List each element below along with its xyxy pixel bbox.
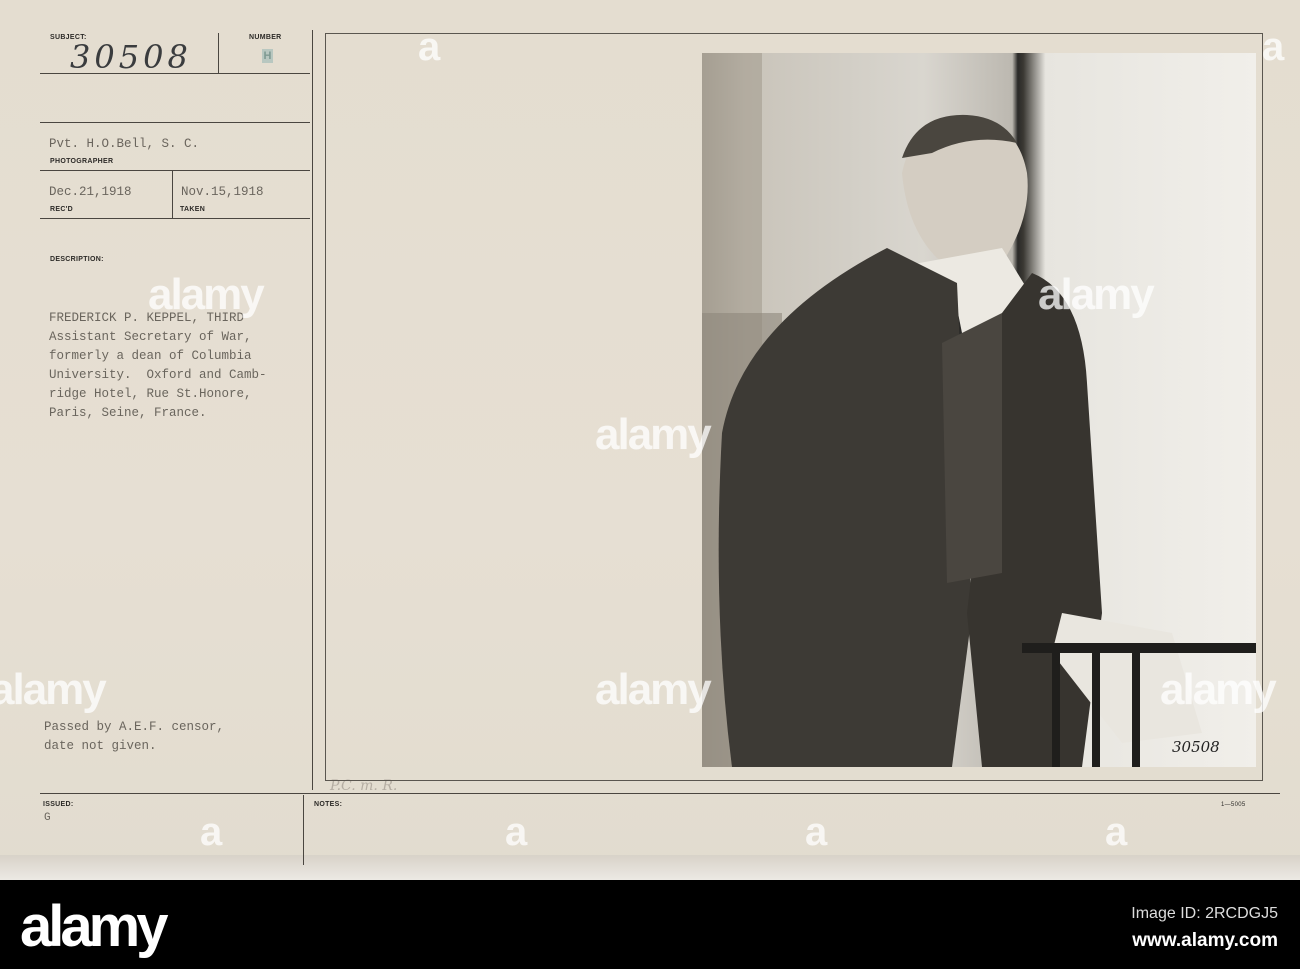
description-label: DESCRIPTION: bbox=[50, 256, 104, 263]
photographer-label: PHOTOGRAPHER bbox=[50, 158, 114, 165]
portrait-photograph: 30508 bbox=[702, 53, 1256, 767]
description-text: FREDERICK P. KEPPEL, THIRD Assistant Sec… bbox=[49, 309, 267, 423]
notes-label: NOTES: bbox=[314, 801, 343, 808]
watermark-letter: a bbox=[1262, 25, 1285, 69]
censor-line: Passed by A.E.F. censor, bbox=[44, 720, 225, 734]
description-line: ridge Hotel, Rue St.Honore, bbox=[49, 387, 252, 401]
watermark-text: alamy bbox=[595, 410, 712, 459]
alamy-url[interactable]: www.alamy.com bbox=[1132, 930, 1278, 952]
watermark-text: alamy bbox=[148, 270, 265, 319]
man-portrait-illustration bbox=[702, 53, 1256, 767]
issued-value: G bbox=[44, 812, 51, 824]
description-line: University. Oxford and Camb- bbox=[49, 368, 267, 382]
divider bbox=[312, 30, 313, 790]
number-stamp: H bbox=[262, 49, 273, 63]
description-line: Paris, Seine, France. bbox=[49, 406, 207, 420]
subject-number: 30508 bbox=[70, 38, 192, 76]
received-label: REC'D bbox=[50, 206, 73, 213]
image-id: Image ID: 2RCDGJ5 bbox=[1131, 905, 1278, 922]
form-number: 1—5005 bbox=[1221, 802, 1246, 808]
photographer-value: Pvt. H.O.Bell, S. C. bbox=[49, 137, 200, 151]
watermark-letter: a bbox=[1105, 810, 1128, 854]
taken-date: Nov.15,1918 bbox=[181, 185, 264, 199]
taken-label: TAKEN bbox=[180, 206, 206, 213]
divider bbox=[40, 170, 310, 171]
watermark-text: alamy bbox=[1160, 665, 1277, 714]
watermark-text: alamy bbox=[1038, 270, 1155, 319]
watermark-letter: a bbox=[505, 810, 528, 854]
alamy-logo: alamy bbox=[20, 894, 168, 959]
divider bbox=[40, 793, 1280, 794]
number-label: NUMBER bbox=[249, 34, 282, 41]
censor-note: Passed by A.E.F. censor, date not given. bbox=[44, 718, 224, 756]
divider bbox=[172, 170, 173, 218]
issued-label: ISSUED: bbox=[43, 801, 74, 808]
description-line: Assistant Secretary of War, bbox=[49, 330, 252, 344]
photo-number: 30508 bbox=[1172, 738, 1220, 756]
watermark-text: alamy bbox=[0, 665, 107, 714]
watermark-letter: a bbox=[418, 25, 441, 69]
divider bbox=[218, 33, 219, 73]
description-line: formerly a dean of Columbia bbox=[49, 349, 252, 363]
card-shadow bbox=[0, 855, 1300, 880]
watermark-text: alamy bbox=[595, 665, 712, 714]
watermark-letter: a bbox=[805, 810, 828, 854]
watermark-letter: a bbox=[200, 810, 223, 854]
divider bbox=[40, 122, 310, 123]
received-date: Dec.21,1918 bbox=[49, 185, 132, 199]
censor-line: date not given. bbox=[44, 739, 157, 753]
archival-record-card: SUBJECT: 30508 NUMBER H Pvt. H.O.Bell, S… bbox=[0, 0, 1300, 880]
divider bbox=[303, 795, 304, 865]
divider bbox=[40, 218, 310, 219]
